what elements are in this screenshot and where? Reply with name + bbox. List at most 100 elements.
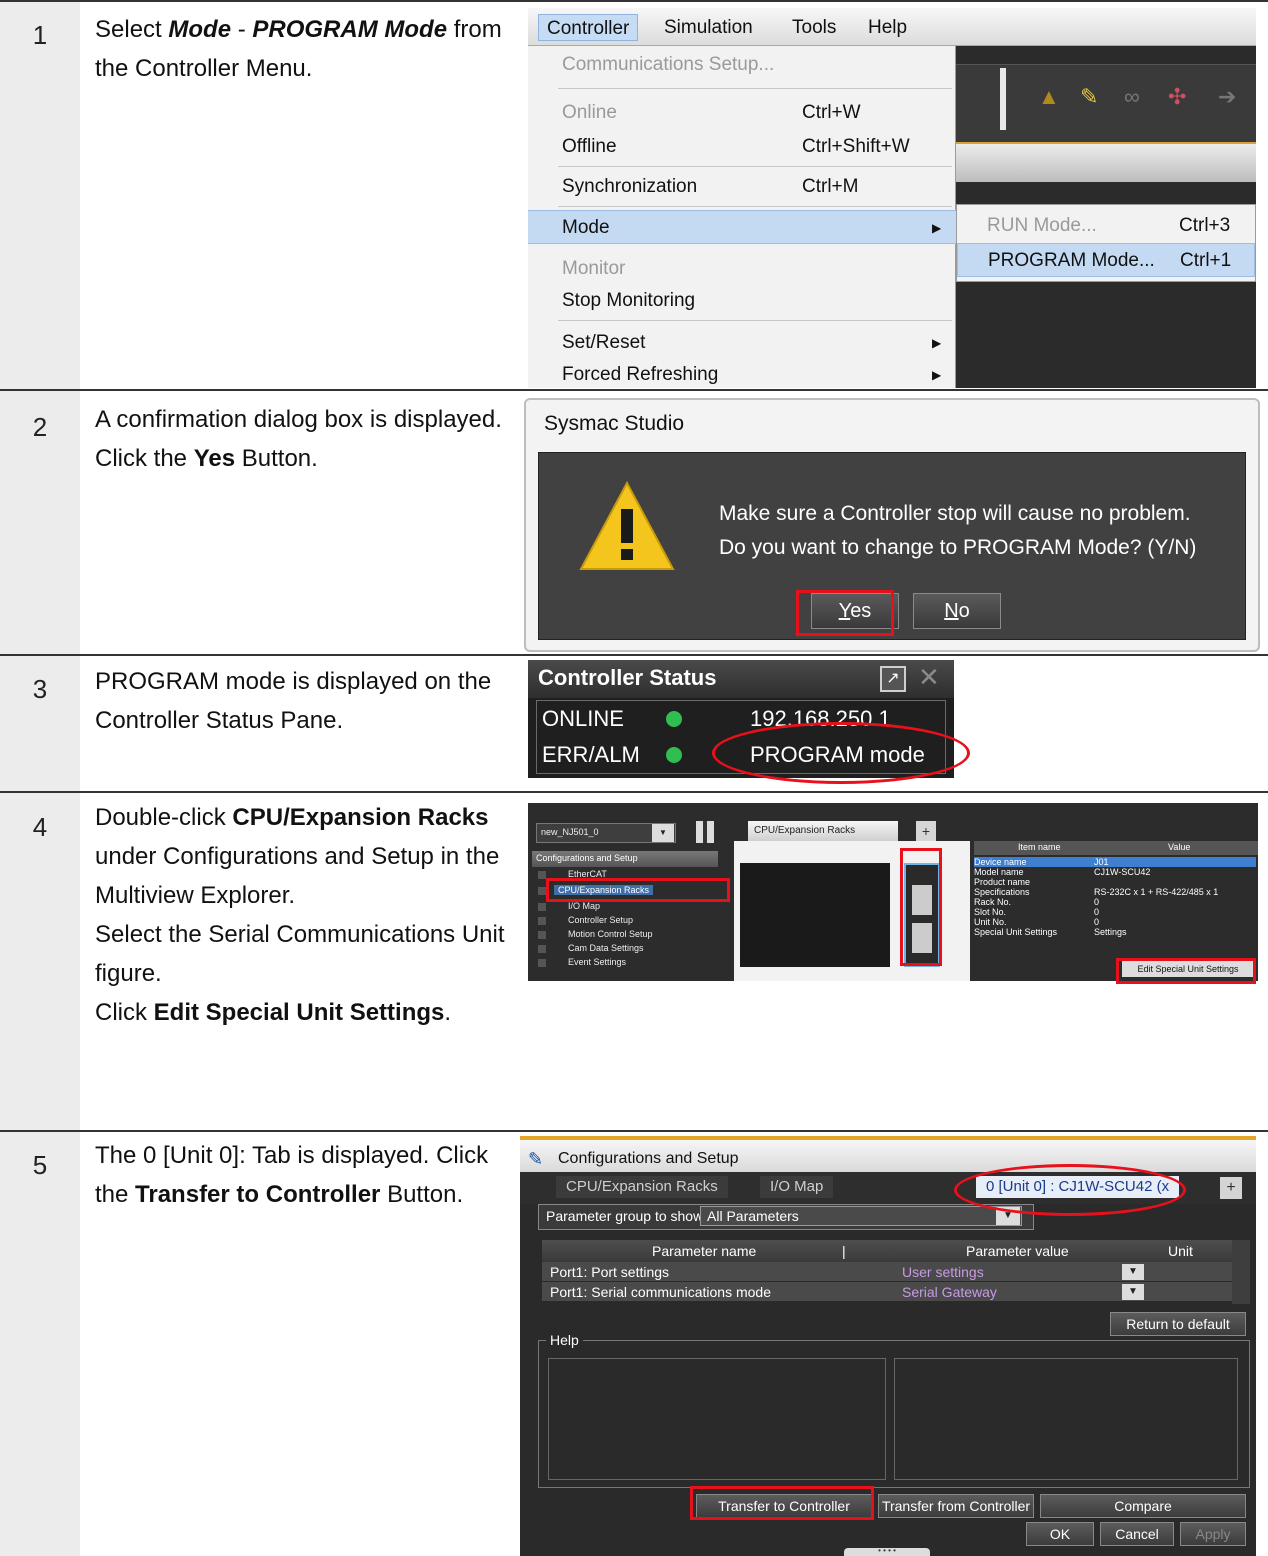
property-name[interactable]: Special Unit Settings	[974, 927, 1094, 937]
parameter-value[interactable]: User settings	[902, 1264, 1146, 1280]
property-name[interactable]: Specifications	[974, 887, 1094, 897]
ok-button[interactable]: OK	[1026, 1522, 1094, 1546]
menu-item-program-mode[interactable]: PROGRAM Mode... Ctrl+1	[957, 243, 1255, 277]
mode-submenu: RUN Mode... Ctrl+3 PROGRAM Mode... Ctrl+…	[956, 204, 1256, 282]
link-icon[interactable]: ∞	[1124, 84, 1140, 110]
status-led	[666, 747, 682, 763]
chevron-down-icon[interactable]: ▼	[652, 824, 674, 842]
help-label: Help	[546, 1332, 583, 1348]
menu-item-label: Set/Reset	[562, 332, 646, 353]
menu-item-stop-monitoring[interactable]: Stop Monitoring	[528, 284, 956, 318]
toolbar-area	[948, 64, 1256, 142]
parameter-name: Port1: Serial communications mode	[550, 1284, 771, 1300]
property-name[interactable]: Rack No.	[974, 897, 1094, 907]
instruction-text: Select	[95, 16, 169, 43]
menu-item-communications-setup[interactable]: Communications Setup...	[528, 48, 956, 82]
col-parameter-value: Parameter value	[966, 1243, 1069, 1259]
warning-icon[interactable]: ▲	[1038, 84, 1060, 110]
parameter-value[interactable]: Serial Gateway	[902, 1284, 1146, 1300]
parameter-group-select[interactable]: All Parameters	[700, 1206, 1022, 1226]
row-divider	[0, 389, 1268, 391]
menu-item-shortcut: Ctrl+Shift+W	[802, 136, 910, 157]
menu-simulation[interactable]: Simulation	[656, 14, 761, 41]
property-value: J01	[1094, 857, 1109, 867]
tree-item-controller-setup[interactable]: Controller Setup	[568, 915, 633, 925]
dialog-message-line: Do you want to change to PROGRAM Mode? (…	[719, 536, 1197, 559]
instruction-text: Select the Serial Communications Unit fi…	[95, 921, 505, 987]
property-name[interactable]: Product name	[974, 877, 1094, 887]
add-tab-icon[interactable]: +	[1220, 1177, 1242, 1199]
menu-controller[interactable]: Controller	[538, 14, 639, 41]
property-name[interactable]: Device name	[974, 857, 1256, 867]
menu-item-run-mode[interactable]: RUN Mode... Ctrl+3	[957, 209, 1255, 243]
menu-item-label: Stop Monitoring	[562, 290, 696, 311]
no-button[interactable]: No	[913, 593, 1001, 629]
property-name[interactable]: Model name	[974, 867, 1094, 877]
return-to-default-button[interactable]: Return to default	[1110, 1312, 1246, 1336]
menu-item-mode[interactable]: Mode ▶	[528, 210, 956, 244]
cancel-button[interactable]: Cancel	[1100, 1522, 1174, 1546]
tree-item-cam-data-settings[interactable]: Cam Data Settings	[568, 943, 644, 953]
scrollbar[interactable]	[1232, 1240, 1250, 1304]
transfer-from-controller-button[interactable]: Transfer from Controller	[878, 1494, 1034, 1518]
sign-icon[interactable]: ✎	[1080, 84, 1098, 110]
menu-tools[interactable]: Tools	[784, 14, 844, 41]
menu-item-label: Mode	[562, 217, 610, 238]
menu-item-label: Communications Setup...	[562, 54, 775, 75]
property-value: Settings	[1094, 927, 1127, 937]
tab-cpu-expansion-racks[interactable]: CPU/Expansion Racks	[748, 821, 898, 841]
submenu-arrow-icon: ▶	[932, 368, 942, 382]
status-key: ONLINE	[542, 706, 624, 731]
toolbar-separator	[1000, 68, 1006, 130]
property-name[interactable]: Slot No.	[974, 907, 1094, 917]
menu-item-set-reset[interactable]: Set/Reset ▶	[528, 326, 956, 360]
unlink-icon[interactable]: ✣	[1168, 84, 1186, 110]
highlight-oval	[954, 1164, 1186, 1216]
tab-cpu-expansion-racks[interactable]: CPU/Expansion Racks	[556, 1176, 728, 1198]
tab-io-map[interactable]: I/O Map	[760, 1176, 834, 1198]
step-number: 2	[32, 412, 48, 442]
tree-bullet-icon	[538, 931, 546, 939]
instruction-text: Edit Special Unit Settings	[153, 999, 445, 1026]
table-row[interactable]: Port1: Port settings User settings ▼	[542, 1262, 1232, 1282]
menu-item-shortcut: Ctrl+1	[1180, 250, 1232, 271]
instruction-text: Yes	[193, 445, 236, 472]
menu-item-synchronization[interactable]: Synchronization Ctrl+M	[528, 170, 956, 204]
menu-item-online[interactable]: Online Ctrl+W	[528, 96, 956, 130]
pane-title: Controller Status	[538, 665, 717, 690]
row-divider	[0, 654, 1268, 656]
menu-bar: Controller Simulation Tools Help	[528, 8, 1256, 46]
tree-item-motion-control-setup[interactable]: Motion Control Setup	[568, 929, 653, 939]
tree-item-io-map[interactable]: I/O Map	[568, 901, 600, 911]
add-tab-icon[interactable]: +	[916, 821, 936, 841]
col-unit: Unit	[1168, 1243, 1193, 1259]
property-value: 0	[1094, 897, 1100, 907]
menu-item-offline[interactable]: Offline Ctrl+Shift+W	[528, 130, 956, 164]
split-view-icon[interactable]	[696, 821, 714, 843]
compare-button[interactable]: Compare	[1040, 1494, 1246, 1518]
instruction-text: Double-click	[95, 804, 233, 831]
pin-icon[interactable]: ↗	[880, 666, 906, 692]
arrow-icon[interactable]: ➔	[1218, 84, 1236, 110]
tree-item-event-settings[interactable]: Event Settings	[568, 957, 626, 967]
menu-separator	[558, 166, 952, 167]
chevron-down-icon[interactable]: ▼	[1122, 1284, 1144, 1300]
menu-help[interactable]: Help	[860, 14, 915, 41]
splitter-handle[interactable]: • • • •	[844, 1547, 930, 1556]
cpu-rack-figure[interactable]	[740, 863, 890, 967]
instruction-text: Mode	[168, 16, 232, 43]
close-icon[interactable]: ✕	[918, 662, 940, 693]
highlight-box	[1116, 958, 1256, 984]
no-label: o	[958, 600, 970, 622]
warning-icon	[579, 480, 675, 570]
table-row[interactable]: Port1: Serial communications mode Serial…	[542, 1282, 1232, 1302]
chevron-down-icon[interactable]: ▼	[1122, 1264, 1144, 1280]
menu-item-monitor[interactable]: Monitor	[528, 252, 956, 286]
apply-button[interactable]: Apply	[1180, 1522, 1246, 1546]
instruction-text: PROGRAM Mode	[252, 16, 448, 43]
property-name[interactable]: Unit No.	[974, 917, 1094, 927]
tree-section-header[interactable]: Configurations and Setup	[532, 851, 718, 867]
menu-item-label: Offline	[562, 136, 617, 157]
property-value: 0	[1094, 907, 1100, 917]
menu-item-forced-refreshing[interactable]: Forced Refreshing ▶	[528, 358, 956, 388]
